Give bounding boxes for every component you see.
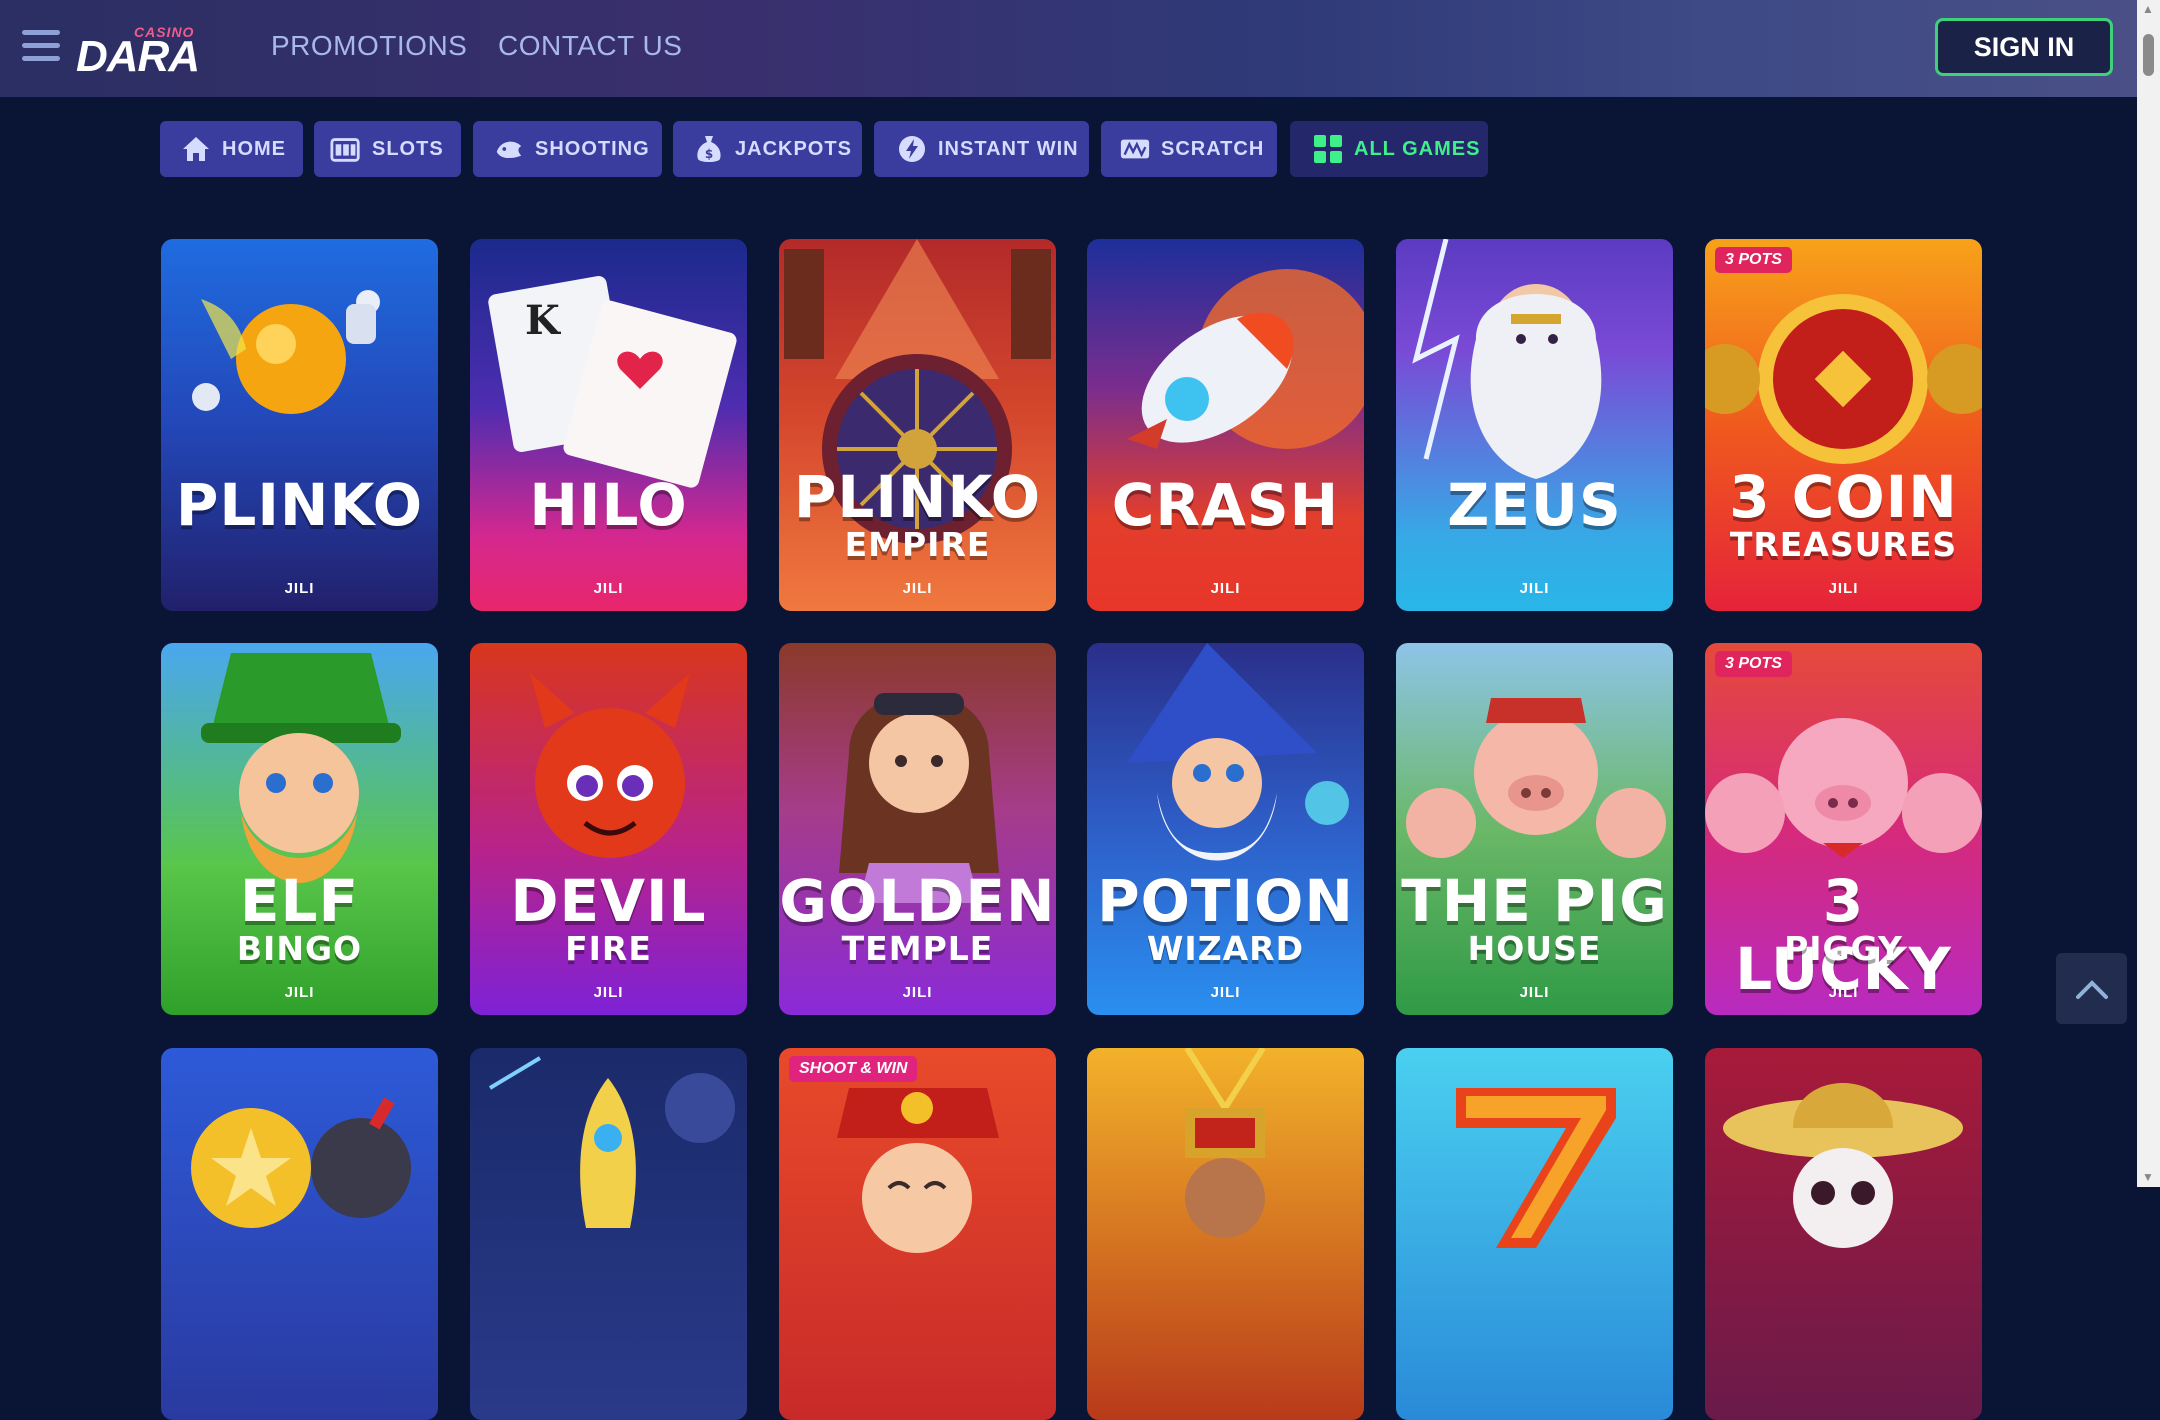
- game-provider: JILI: [284, 580, 315, 597]
- game-card-devil-fire[interactable]: DEVIL FIRE JILI: [470, 643, 747, 1015]
- tab-jackpots[interactable]: $ JACKPOTS: [673, 121, 862, 177]
- sombrero-skull-art: [1723, 1083, 1963, 1248]
- plinko-ball-art: [192, 290, 380, 414]
- shoot-and-win-badge: SHOOT & WIN: [789, 1056, 918, 1082]
- svg-text:$: $: [705, 147, 713, 161]
- tab-shooting[interactable]: SHOOTING: [473, 121, 662, 177]
- game-title: THE PIG: [1401, 867, 1668, 935]
- tab-instant-win[interactable]: INSTANT WIN: [874, 121, 1089, 177]
- game-card-potion-wizard[interactable]: POTION WIZARD JILI: [1087, 643, 1364, 1015]
- playing-cards-art: K: [488, 276, 737, 488]
- game-subtitle: WIZARD: [1147, 929, 1304, 968]
- tab-shooting-label: SHOOTING: [535, 137, 650, 160]
- game-provider: JILI: [1828, 580, 1859, 597]
- game-subtitle: BINGO: [236, 929, 363, 968]
- game-card-the-pig-house[interactable]: THE PIG HOUSE JILI: [1396, 643, 1673, 1015]
- game-provider: JILI: [902, 580, 933, 597]
- game-provider: JILI: [284, 984, 315, 1001]
- lucky-seven-art: [1456, 1088, 1616, 1248]
- game-title: ZEUS: [1447, 471, 1622, 539]
- top-navigation-bar: CASINO DARA PROMOTIONS CONTACT US SIGN I…: [0, 0, 2137, 97]
- tab-slots[interactable]: SLOTS: [314, 121, 461, 177]
- scratch-card-icon: [1119, 133, 1151, 165]
- game-subtitle: FIRE: [565, 929, 652, 968]
- nav-promotions-link[interactable]: PROMOTIONS: [271, 30, 467, 62]
- game-card-row3-4[interactable]: [1087, 1048, 1364, 1420]
- game-card-golden-temple[interactable]: GOLDEN TEMPLE JILI: [779, 643, 1056, 1015]
- game-card-elf-bingo[interactable]: ELF BINGO JILI: [161, 643, 438, 1015]
- game-card-plinko[interactable]: PLINKO JILI: [161, 239, 438, 611]
- page-scrollbar[interactable]: ▲ ▼: [2137, 0, 2160, 1187]
- tab-slots-label: SLOTS: [372, 137, 444, 160]
- zeus-character-art: [1412, 239, 1602, 479]
- game-title: POTION: [1097, 867, 1354, 935]
- tab-scratch-label: SCRATCH: [1161, 137, 1265, 160]
- fish-icon: [493, 133, 525, 165]
- jackpot-badge: 3 POTS: [1715, 651, 1792, 677]
- sign-in-button[interactable]: SIGN IN: [1935, 18, 2113, 76]
- game-card-crash[interactable]: CRASH JILI: [1087, 239, 1364, 611]
- tab-home[interactable]: HOME: [160, 121, 303, 177]
- game-card-3-coin-treasures[interactable]: 3 POTS 3 COIN TREASURES JILI: [1705, 239, 1982, 611]
- game-provider: JILI: [593, 580, 624, 597]
- game-card-plinko-empire[interactable]: PLINKO EMPIRE JILI: [779, 239, 1056, 611]
- game-provider: JILI: [593, 984, 624, 1001]
- lightning-icon: [896, 133, 928, 165]
- svg-text:K: K: [525, 297, 561, 344]
- game-title: 3 COIN: [1729, 463, 1958, 531]
- scrollbar-thumb[interactable]: [2143, 34, 2154, 76]
- grid-icon: [1312, 133, 1344, 165]
- fortune-god-art: [837, 1088, 999, 1253]
- game-card-row3-2[interactable]: [470, 1048, 747, 1420]
- game-subtitle: EMPIRE: [844, 525, 991, 564]
- game-title: CRASH: [1111, 471, 1340, 539]
- game-subtitle: HOUSE: [1467, 929, 1602, 968]
- game-card-row3-3[interactable]: SHOOT & WIN: [779, 1048, 1056, 1420]
- game-card-row3-6[interactable]: [1705, 1048, 1982, 1420]
- hamburger-menu-icon[interactable]: [22, 30, 60, 64]
- coin-bomb-art: [191, 1097, 411, 1228]
- game-card-zeus[interactable]: ZEUS JILI: [1396, 239, 1673, 611]
- space-rocket-art: [488, 1056, 735, 1228]
- aztec-warrior-art: [1184, 1048, 1266, 1238]
- game-card-3-lucky-piggy[interactable]: 3 POTS 3 LUCKY PIGGY JILI: [1705, 643, 1982, 1015]
- tab-all-games-label: ALL GAMES: [1354, 137, 1481, 160]
- game-subtitle: TREASURES: [1729, 525, 1958, 564]
- tab-instant-win-label: INSTANT WIN: [938, 137, 1079, 160]
- game-provider: JILI: [902, 984, 933, 1001]
- game-card-hilo[interactable]: K HILO JILI: [470, 239, 747, 611]
- dara-casino-logo[interactable]: CASINO DARA: [76, 24, 211, 81]
- back-to-top-button[interactable]: [2056, 953, 2127, 1024]
- scroll-down-arrow-icon[interactable]: ▼: [2142, 1170, 2154, 1184]
- game-provider: JILI: [1828, 984, 1859, 1001]
- chevron-up-icon: [2075, 979, 2108, 999]
- game-title: GOLDEN: [779, 867, 1056, 935]
- slot-machine-icon: [330, 133, 362, 165]
- rocket-art: [1127, 269, 1364, 449]
- tab-all-games[interactable]: ALL GAMES: [1290, 121, 1488, 177]
- money-bag-icon: $: [693, 133, 725, 165]
- nav-contact-us-link[interactable]: CONTACT US: [498, 30, 682, 62]
- home-icon: [180, 133, 212, 165]
- game-title: DEVIL: [510, 867, 707, 935]
- game-provider: JILI: [1519, 984, 1550, 1001]
- game-provider: JILI: [1519, 580, 1550, 597]
- game-provider: JILI: [1210, 984, 1241, 1001]
- game-title: PLINKO: [175, 471, 424, 539]
- tab-home-label: HOME: [222, 137, 286, 160]
- tab-scratch[interactable]: SCRATCH: [1101, 121, 1277, 177]
- scroll-up-arrow-icon[interactable]: ▲: [2142, 2, 2154, 16]
- game-card-row3-1[interactable]: [161, 1048, 438, 1420]
- game-title: HILO: [529, 471, 688, 539]
- game-subtitle: PIGGY: [1784, 929, 1903, 968]
- game-card-row3-5[interactable]: [1396, 1048, 1673, 1420]
- logo-dara-text: DARA: [76, 32, 200, 81]
- jackpot-badge: 3 POTS: [1715, 247, 1792, 273]
- game-title: ELF: [239, 867, 360, 935]
- game-subtitle: TEMPLE: [841, 929, 994, 968]
- tab-jackpots-label: JACKPOTS: [735, 137, 852, 160]
- game-provider: JILI: [1210, 580, 1241, 597]
- game-title: PLINKO: [793, 463, 1042, 531]
